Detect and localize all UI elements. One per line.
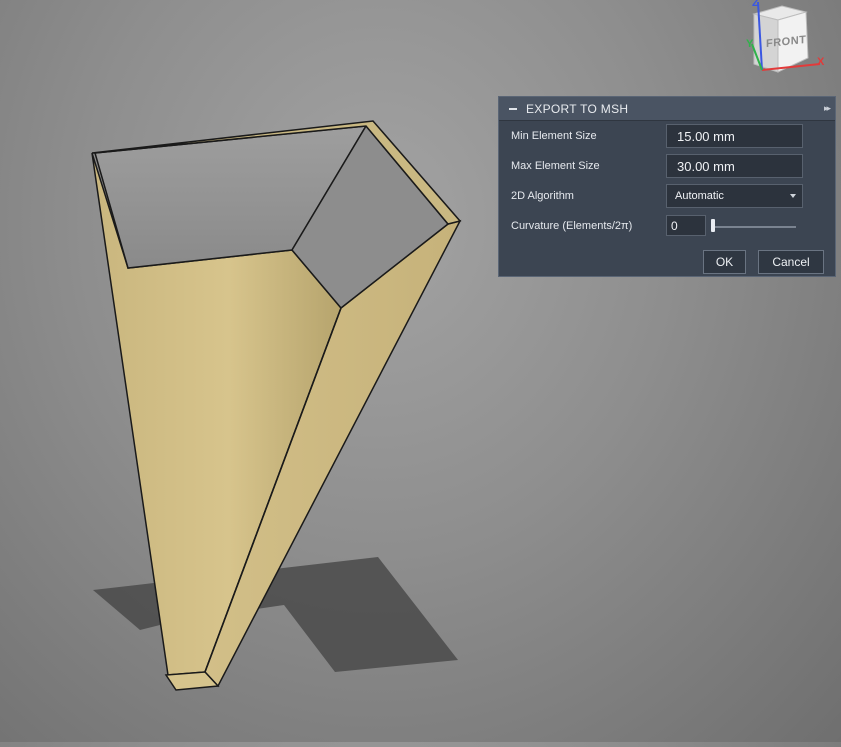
max-element-size-row: Max Element Size <box>511 154 661 178</box>
algorithm-2d-select[interactable]: Automatic <box>666 184 803 208</box>
max-element-size-label: Max Element Size <box>511 160 600 172</box>
max-element-size-input[interactable]: 30.00 mm <box>666 154 803 178</box>
expand-panel-icon[interactable]: ▸▸ <box>824 103 831 114</box>
chevron-down-icon <box>790 194 796 198</box>
collapse-icon[interactable] <box>509 107 517 110</box>
axis-z-label: Z <box>752 0 759 9</box>
min-element-size-label: Min Element Size <box>511 130 597 142</box>
algorithm-2d-label: 2D Algorithm <box>511 190 574 202</box>
export-to-msh-dialog: EXPORT TO MSH ▸▸ Min Element Size 15.00 … <box>498 96 836 277</box>
curvature-slider-track[interactable] <box>712 226 796 228</box>
dialog-header[interactable]: EXPORT TO MSH ▸▸ <box>499 97 835 121</box>
curvature-slider-thumb[interactable] <box>711 219 715 232</box>
curvature-input[interactable]: 0 <box>666 215 706 236</box>
curvature-label: Curvature (Elements/2π) <box>511 220 633 232</box>
axis-y-label: Y <box>746 38 754 50</box>
cancel-button[interactable]: Cancel <box>758 250 824 274</box>
min-element-size-row: Min Element Size <box>511 124 661 148</box>
view-cube[interactable]: FRONT X Z Y <box>742 0 841 76</box>
curvature-row: Curvature (Elements/2π) <box>511 214 661 238</box>
axis-x-label: X <box>817 56 825 68</box>
algorithm-2d-value: Automatic <box>675 190 724 202</box>
min-element-size-input[interactable]: 15.00 mm <box>666 124 803 148</box>
dialog-title: EXPORT TO MSH <box>526 101 629 116</box>
ok-button[interactable]: OK <box>703 250 746 274</box>
algorithm-2d-row: 2D Algorithm <box>511 184 661 208</box>
